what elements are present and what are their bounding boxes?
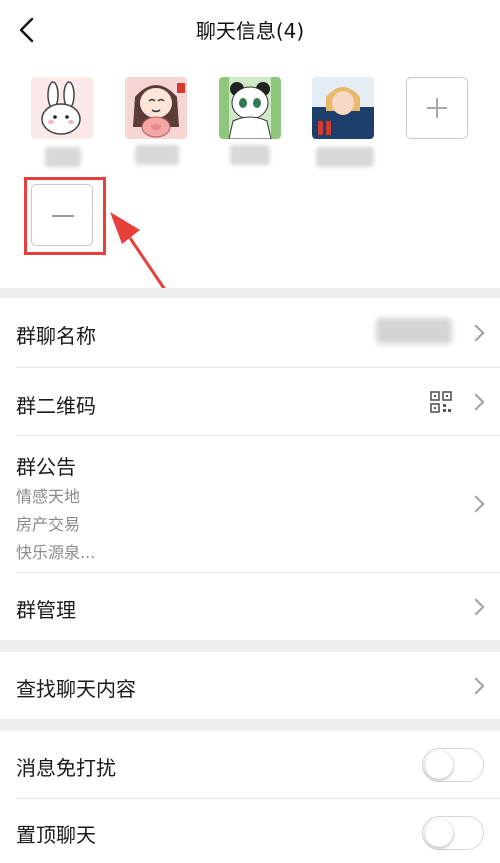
search-chat-history-label: 查找聊天内容 [16, 677, 136, 701]
member-name [45, 147, 81, 167]
mute-notifications-toggle[interactable] [422, 748, 484, 782]
minus-icon [52, 215, 74, 217]
girl-pig-avatar-icon[interactable] [125, 77, 187, 139]
group-name-value [376, 318, 452, 344]
panda-girl-avatar-icon[interactable] [219, 77, 281, 139]
chevron-right-icon [467, 495, 485, 513]
add-member-button[interactable] [406, 77, 468, 139]
announcement-line: 快乐源泉... [16, 543, 96, 562]
section-gap [0, 288, 500, 298]
pin-chat-toggle[interactable] [422, 816, 484, 850]
group-management-row[interactable]: 群管理 [0, 573, 500, 640]
announcement-line: 房产交易 [16, 515, 81, 534]
chevron-right-icon [467, 598, 485, 616]
chevron-right-icon [467, 324, 485, 342]
nav-bar: 聊天信息(4) [0, 0, 500, 60]
group-announcement-row[interactable]: 群公告 情感天地 房产交易 快乐源泉... [0, 436, 500, 573]
mute-notifications-label: 消息免打扰 [16, 756, 116, 780]
section-gap [0, 640, 500, 652]
page-title: 聊天信息(4) [195, 19, 305, 43]
plus-icon [427, 98, 447, 118]
announcement-line: 情感天地 [16, 487, 81, 506]
member-name [135, 145, 179, 165]
bunny-avatar-icon[interactable] [31, 77, 93, 139]
search-chat-history-row[interactable]: 查找聊天内容 [0, 652, 500, 719]
chevron-right-icon [467, 677, 485, 695]
group-name-label: 群聊名称 [16, 324, 96, 348]
pin-chat-label: 置顶聊天 [16, 823, 96, 847]
remove-member-button[interactable] [31, 184, 93, 246]
group-qr-code-label: 群二维码 [16, 394, 96, 418]
group-management-label: 群管理 [16, 598, 76, 622]
section-gap [0, 719, 500, 731]
qr-code-icon [430, 391, 452, 413]
group-qr-code-row[interactable]: 群二维码 [0, 368, 500, 436]
member-name [230, 145, 270, 165]
group-name-row[interactable]: 群聊名称 [0, 298, 500, 368]
group-announcement-label: 群公告 [16, 455, 76, 479]
toggle-knob [425, 751, 453, 779]
toggle-knob [425, 819, 453, 847]
photo-girl-avatar-icon[interactable] [312, 77, 374, 139]
member-name [316, 147, 374, 167]
mute-notifications-row: 消息免打扰 [0, 731, 500, 799]
chevron-right-icon [467, 393, 485, 411]
pin-chat-row: 置顶聊天 [0, 799, 500, 863]
